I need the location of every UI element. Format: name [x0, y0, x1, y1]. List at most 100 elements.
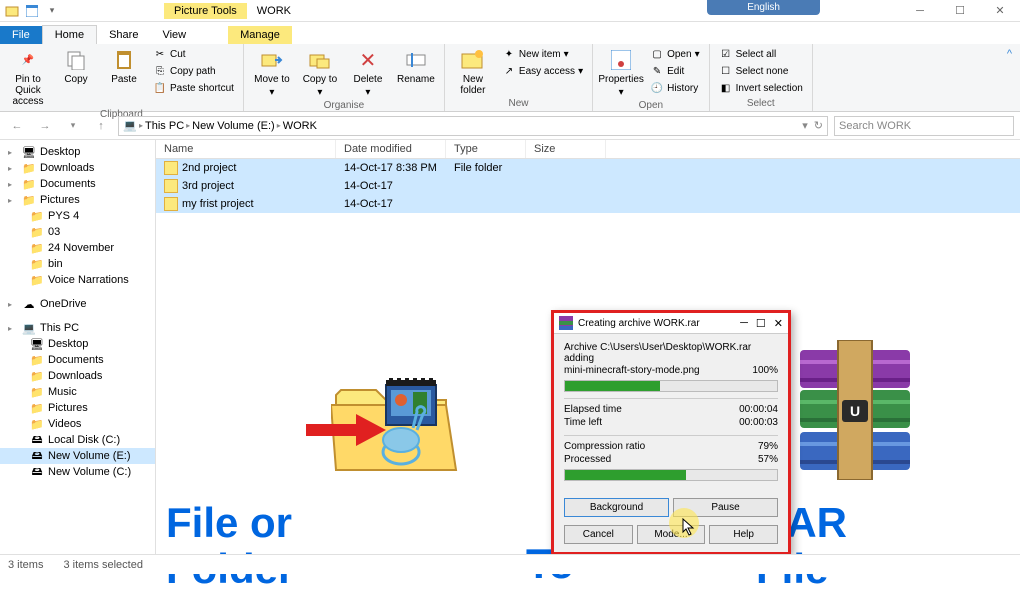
tree-item[interactable]: 📁Downloads	[0, 368, 155, 384]
properties-button[interactable]: Properties ▾	[599, 46, 643, 98]
tree-item[interactable]: ▸📁Documents	[0, 176, 155, 192]
titlebar: ▾ Picture Tools WORK English ─ ☐ ✕	[0, 0, 1020, 22]
tree-item-label: Documents	[40, 178, 96, 190]
tree-item-label: Local Disk (C:)	[48, 434, 120, 446]
folder-icon: 📁	[30, 225, 44, 239]
tree-item[interactable]: ▸📁Pictures	[0, 192, 155, 208]
dialog-minimize-button[interactable]: ─	[740, 317, 748, 330]
history-icon: 🕘	[650, 81, 664, 95]
tab-manage[interactable]: Manage	[228, 26, 292, 44]
tree-item[interactable]: 🖴New Volume (E:)	[0, 448, 155, 464]
tree-item[interactable]: ▸💻This PC	[0, 320, 155, 336]
forward-button[interactable]: →	[34, 115, 56, 137]
paste-shortcut-button[interactable]: 📋Paste shortcut	[150, 80, 237, 96]
tree-item[interactable]: 🖴Local Disk (C:)	[0, 432, 155, 448]
edit-button[interactable]: ✎Edit	[647, 63, 703, 79]
col-size[interactable]: Size	[526, 140, 606, 158]
delete-button[interactable]: ✕Delete ▾	[346, 46, 390, 98]
rename-button[interactable]: Rename	[394, 46, 438, 85]
refresh-button[interactable]: ▾	[802, 119, 808, 132]
invert-selection-button[interactable]: ◧Invert selection	[716, 80, 806, 96]
ribbon-tabs: File Home Share View Manage	[0, 22, 1020, 44]
copy-path-button[interactable]: ⎘Copy path	[150, 63, 237, 79]
column-headers[interactable]: Name Date modified Type Size	[156, 140, 1020, 159]
tree-item[interactable]: 📁Videos	[0, 416, 155, 432]
tree-item[interactable]: 🖴New Volume (C:)	[0, 464, 155, 480]
cut-button[interactable]: ✂Cut	[150, 46, 237, 62]
up-button[interactable]: ↑	[90, 115, 112, 137]
folder-icon	[164, 179, 178, 193]
new-folder-button[interactable]: New folder	[451, 46, 495, 96]
background-button[interactable]: Background	[564, 498, 669, 517]
recent-button[interactable]: ▾	[62, 115, 84, 137]
tree-item[interactable]: 📁Voice Narrations	[0, 272, 155, 288]
tab-home[interactable]: Home	[42, 25, 97, 44]
paste-button[interactable]: Paste	[102, 46, 146, 85]
cut-icon: ✂	[153, 47, 167, 61]
tree-item[interactable]: 📁Pictures	[0, 400, 155, 416]
properties-qat-icon[interactable]	[24, 3, 40, 19]
tree-item[interactable]: 📁24 November	[0, 240, 155, 256]
file-percent: 100%	[752, 365, 778, 376]
search-input[interactable]: Search WORK	[834, 116, 1014, 136]
tree-item[interactable]: ▸☁OneDrive	[0, 296, 155, 312]
dialog-close-button[interactable]: ✕	[774, 317, 783, 330]
copy-button[interactable]: Copy	[54, 46, 98, 85]
tree-item-label: bin	[48, 258, 63, 270]
language-indicator[interactable]: English	[707, 0, 820, 15]
breadcrumb-segment[interactable]: WORK	[283, 120, 317, 132]
copy-to-button[interactable]: Copy to ▾	[298, 46, 342, 98]
pin-quick-access-button[interactable]: 📌Pin to Quick access	[6, 46, 50, 107]
adding-label: adding	[564, 353, 778, 364]
easy-access-button[interactable]: ↗Easy access ▾	[499, 63, 586, 79]
timeleft-value: 00:00:03	[739, 417, 778, 428]
tree-item[interactable]: 📁Music	[0, 384, 155, 400]
tree-item[interactable]: 📁PYS 4	[0, 208, 155, 224]
tab-share[interactable]: Share	[97, 26, 150, 44]
select-none-button[interactable]: ☐Select none	[716, 63, 806, 79]
tab-view[interactable]: View	[150, 26, 198, 44]
tree-item[interactable]: 🖥Desktop	[0, 336, 155, 352]
new-item-button[interactable]: ✦New item ▾	[499, 46, 586, 62]
tab-file[interactable]: File	[0, 26, 42, 44]
close-button[interactable]: ✕	[980, 0, 1020, 22]
maximize-button[interactable]: ☐	[940, 0, 980, 22]
history-button[interactable]: 🕘History	[647, 80, 703, 96]
current-file-label: mini-minecraft-story-mode.png	[564, 365, 700, 376]
list-row[interactable]: my frist project14-Oct-17	[156, 195, 1020, 213]
tree-item[interactable]: ▸🖥Desktop	[0, 144, 155, 160]
open-button[interactable]: ▢Open ▾	[647, 46, 703, 62]
picture-tools-tab[interactable]: Picture Tools	[164, 3, 247, 19]
dialog-maximize-button[interactable]: ☐	[756, 317, 766, 330]
select-all-button[interactable]: ☑Select all	[716, 46, 806, 62]
navigation-pane[interactable]: ▸🖥Desktop▸📁Downloads▸📁Documents▸📁Picture…	[0, 140, 156, 554]
breadcrumb-segment[interactable]: New Volume (E:)	[192, 120, 275, 132]
list-row[interactable]: 3rd project14-Oct-17	[156, 177, 1020, 195]
qat-dropdown-icon[interactable]: ▾	[44, 3, 60, 19]
folder-icon	[164, 161, 178, 175]
refresh-icon[interactable]: ↻	[814, 119, 823, 132]
col-date[interactable]: Date modified	[336, 140, 446, 158]
tree-item-label: Documents	[48, 354, 104, 366]
tree-item-label: PYS 4	[48, 210, 79, 222]
minimize-button[interactable]: ─	[900, 0, 940, 22]
content-pane[interactable]: Name Date modified Type Size 2nd project…	[156, 140, 1020, 554]
breadcrumb-segment[interactable]: This PC	[145, 120, 184, 132]
tree-item[interactable]: ▸📁Downloads	[0, 160, 155, 176]
tree-item[interactable]: 📁03	[0, 224, 155, 240]
list-row[interactable]: 2nd project14-Oct-17 8:38 PMFile folder	[156, 159, 1020, 177]
tree-item[interactable]: 📁Documents	[0, 352, 155, 368]
back-button[interactable]: ←	[6, 115, 28, 137]
folder-icon: 📁	[30, 401, 44, 415]
move-to-button[interactable]: Move to ▾	[250, 46, 294, 98]
paste-shortcut-icon: 📋	[153, 81, 167, 95]
col-name[interactable]: Name	[156, 140, 336, 158]
ribbon-collapse-button[interactable]: ^	[999, 44, 1020, 111]
overlay-text-left: File or Folder	[166, 500, 294, 592]
breadcrumb[interactable]: 💻 ▸ This PC▸ New Volume (E:)▸ WORK ▾↻	[118, 116, 828, 136]
tree-item[interactable]: 📁bin	[0, 256, 155, 272]
col-type[interactable]: Type	[446, 140, 526, 158]
cancel-button[interactable]: Cancel	[564, 525, 633, 544]
ratio-label: Compression ratio	[564, 441, 645, 452]
help-button[interactable]: Help	[709, 525, 778, 544]
